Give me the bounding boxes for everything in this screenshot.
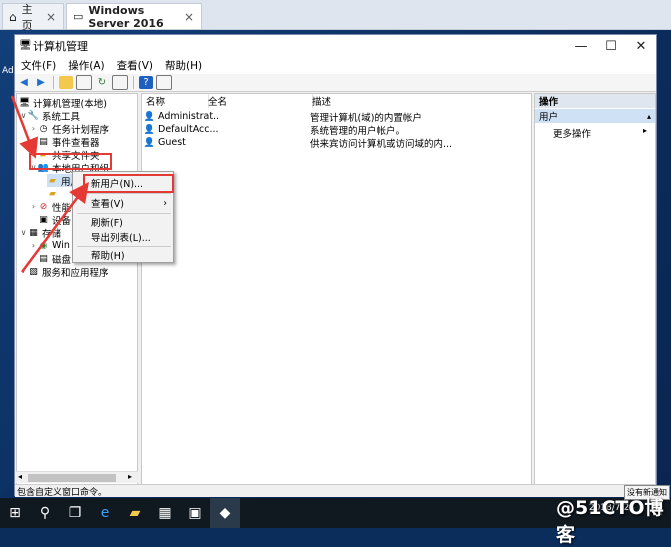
file-explorer-icon[interactable]: ▰ <box>120 498 150 528</box>
windows-start-icon[interactable]: ⊞ <box>0 498 30 528</box>
arrow-to-local-users <box>10 95 39 159</box>
ie-browser-icon[interactable]: e <box>90 498 120 528</box>
computer-management-taskbar-icon[interactable]: ▣ <box>180 498 210 528</box>
annotation-arrows <box>10 95 89 273</box>
arrow-to-new-user <box>20 181 89 273</box>
task-view-icon[interactable]: ❐ <box>60 498 90 528</box>
watermark: @51CTO博客 <box>556 497 664 546</box>
search-icon[interactable]: ⚲ <box>30 498 60 528</box>
server-manager-icon[interactable]: ▦ <box>150 498 180 528</box>
active-app-icon[interactable]: ◆ <box>210 498 240 528</box>
